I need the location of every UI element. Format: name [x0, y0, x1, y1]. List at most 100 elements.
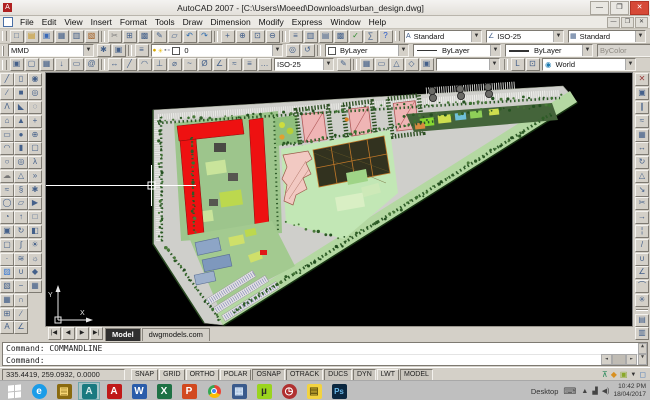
taskbar-file-explorer-icon[interactable]: ▤: [53, 382, 75, 400]
toolbar-grip[interactable]: [395, 31, 400, 41]
menu-modify[interactable]: Modify: [255, 16, 288, 28]
scale-icon[interactable]: △: [635, 170, 649, 183]
layer-previous-icon[interactable]: ↺: [301, 44, 315, 57]
toggle-dyn[interactable]: DYN: [353, 369, 376, 381]
mirror-icon[interactable]: ∥: [635, 101, 649, 114]
jogged-dimension-icon[interactable]: ~: [183, 58, 197, 71]
save-workspace-icon[interactable]: ▣: [112, 44, 126, 57]
touch-keyboard-icon[interactable]: ⌨: [563, 386, 576, 397]
fly-icon[interactable]: »: [28, 170, 42, 183]
union-icon[interactable]: ∪: [14, 266, 28, 279]
line-icon[interactable]: ╱: [0, 73, 14, 86]
clean-screen-icon[interactable]: ◻: [639, 370, 646, 379]
sphere-icon[interactable]: ●: [14, 129, 28, 142]
next-tab-icon[interactable]: ▶: [76, 327, 89, 340]
rotate-icon[interactable]: ↻: [635, 156, 649, 169]
toolbar-lock-icon[interactable]: ◆: [611, 370, 617, 379]
tab-layout-dwgmodels[interactable]: dwgmodels.com: [142, 328, 210, 341]
first-tab-icon[interactable]: |◀: [48, 327, 61, 340]
send-to-back-icon[interactable]: ▥: [635, 327, 649, 340]
help-icon[interactable]: ?: [379, 30, 393, 43]
polyline-icon[interactable]: Λ: [0, 101, 14, 114]
ellipse-icon[interactable]: ◯: [0, 197, 14, 210]
viewports-dialog-icon[interactable]: ▦: [360, 58, 374, 71]
taskbar-excel-icon[interactable]: X: [153, 382, 175, 400]
quick-dimension-icon[interactable]: ≈: [228, 58, 242, 71]
taskbar-photoshop-icon[interactable]: Ps: [328, 382, 350, 400]
menu-draw[interactable]: Draw: [179, 16, 207, 28]
taskbar-time-globe-icon[interactable]: ◷: [278, 382, 300, 400]
sheetset-manager-icon[interactable]: ▩: [334, 30, 348, 43]
menu-express[interactable]: Express: [288, 16, 327, 28]
chevron-down-icon[interactable]: ▼: [582, 45, 592, 56]
publish-icon[interactable]: ▧: [85, 30, 99, 43]
erase-icon[interactable]: ✕: [635, 73, 649, 86]
menu-tools[interactable]: Tools: [151, 16, 179, 28]
chevron-down-icon[interactable]: ▼: [635, 31, 645, 42]
coordinate-readout[interactable]: 335.4419, 259.0932, 0.0000: [2, 369, 125, 381]
clip-existing-viewport-icon[interactable]: ▣: [420, 58, 434, 71]
network-icon[interactable]: ▟: [592, 387, 597, 395]
toggle-polar[interactable]: POLAR: [220, 369, 252, 381]
chevron-down-icon[interactable]: ▼: [272, 45, 282, 56]
extrude-icon[interactable]: ↑: [14, 211, 28, 224]
restore-icon[interactable]: ❐: [610, 1, 629, 15]
loft-icon[interactable]: ≋: [14, 253, 28, 266]
chevron-down-icon[interactable]: ▼: [553, 31, 563, 42]
menu-dimension[interactable]: Dimension: [207, 16, 255, 28]
explode-icon[interactable]: ✳: [635, 294, 649, 307]
menu-help[interactable]: Help: [365, 16, 390, 28]
continue-dimension-icon[interactable]: …: [258, 58, 272, 71]
doc-minimize-icon[interactable]: —: [607, 17, 620, 28]
named-ucs-combo[interactable]: ◉ World▼: [542, 58, 636, 71]
linear-dimension-icon[interactable]: ↔: [108, 58, 122, 71]
arc-icon[interactable]: ◠: [0, 142, 14, 155]
table-icon[interactable]: ⊞: [0, 308, 14, 321]
extend-icon[interactable]: →: [635, 211, 649, 224]
polysolid-icon[interactable]: ▯: [14, 73, 28, 86]
hatch-icon[interactable]: ▨: [0, 266, 14, 279]
lights-icon[interactable]: ☼: [28, 253, 42, 266]
point-icon[interactable]: ·: [0, 253, 14, 266]
taskbar-word-icon[interactable]: W: [128, 382, 150, 400]
toggle-model[interactable]: MODEL: [400, 369, 433, 381]
pan-3d-icon[interactable]: +: [28, 115, 42, 128]
construction-line-icon[interactable]: ∕: [0, 87, 14, 100]
layer-properties-icon[interactable]: ≡: [135, 44, 149, 57]
undo-icon[interactable]: ↶: [183, 30, 197, 43]
volume-icon[interactable]: ◀): [602, 387, 610, 395]
linetype-combo[interactable]: ByLayer▼: [413, 44, 501, 57]
title-bar[interactable]: A AutoCAD 2007 - [C:\Users\Moeed\Downloa…: [0, 0, 650, 16]
cut-icon[interactable]: ✂: [108, 30, 122, 43]
baseline-dimension-icon[interactable]: ≡: [243, 58, 257, 71]
walk-icon[interactable]: λ: [28, 156, 42, 169]
cylinder-icon[interactable]: ▮: [14, 142, 28, 155]
chevron-down-icon[interactable]: ▼: [625, 59, 635, 70]
slice-icon[interactable]: ∕: [14, 308, 28, 321]
render-icon[interactable]: ☀: [28, 239, 42, 252]
radius-dimension-icon[interactable]: ⌀: [168, 58, 182, 71]
desktop-label[interactable]: Desktop: [531, 387, 559, 396]
arc-length-dimension-icon[interactable]: ◠: [138, 58, 152, 71]
materials-icon[interactable]: ◆: [28, 266, 42, 279]
open-icon[interactable]: ▤: [25, 30, 39, 43]
copy-icon[interactable]: ⊞: [123, 30, 137, 43]
camera-icon[interactable]: ▢: [28, 142, 42, 155]
ordinate-dimension-icon[interactable]: ⊥: [153, 58, 167, 71]
layer-combo[interactable]: ● ☀ ▪ ▫ 0▼: [151, 44, 283, 57]
ucs-previous-icon[interactable]: ⊡: [526, 58, 540, 71]
make-block-icon[interactable]: ▢: [0, 239, 14, 252]
stretch-icon[interactable]: ↘: [635, 184, 649, 197]
paste-icon[interactable]: ▩: [138, 30, 152, 43]
insert-block-icon[interactable]: ▣: [10, 58, 24, 71]
chevron-down-icon[interactable]: ▼: [83, 45, 93, 56]
taskbar-autocad-icon[interactable]: A: [103, 382, 125, 400]
break-at-point-icon[interactable]: ¦: [635, 225, 649, 238]
workspace-combo[interactable]: MMD▼: [8, 44, 94, 57]
lineweight-combo[interactable]: ByLayer▼: [505, 44, 593, 57]
mapping-icon[interactable]: ▦: [28, 280, 42, 293]
tab-model[interactable]: Model: [105, 328, 141, 341]
toggle-osnap[interactable]: OSNAP: [252, 369, 285, 381]
menu-window[interactable]: Window: [326, 16, 364, 28]
import-icon[interactable]: ↓: [55, 58, 69, 71]
